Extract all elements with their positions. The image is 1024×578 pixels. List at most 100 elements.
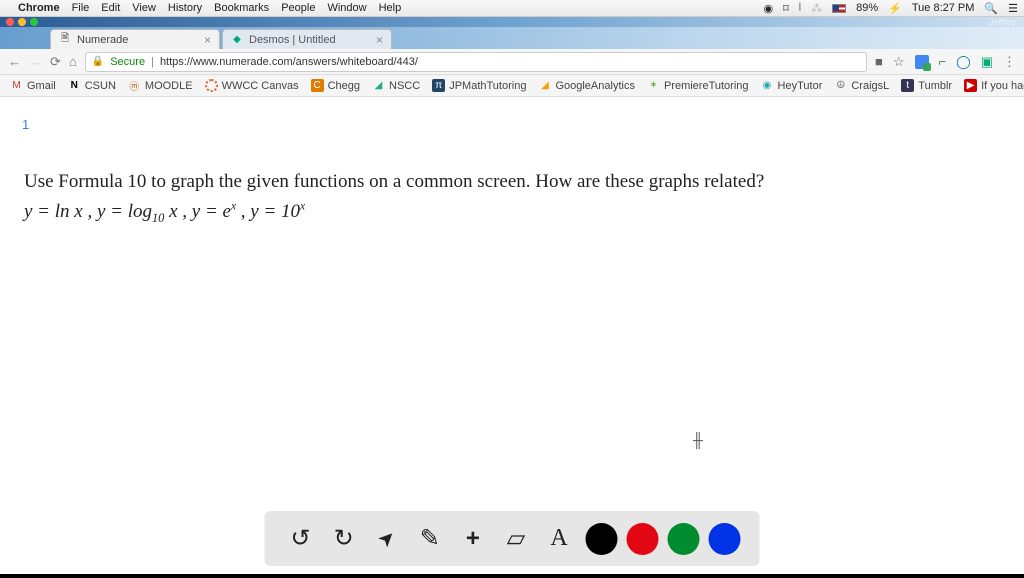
bookmark-youtube[interactable]: ▶If you had 24 hours… xyxy=(964,79,1024,92)
wifi-icon[interactable]: ⦚ xyxy=(799,2,801,15)
home-button[interactable]: ⌂ xyxy=(69,54,77,69)
plus-icon: + xyxy=(466,525,480,553)
eraser-icon: ▱ xyxy=(507,524,525,553)
adblock-icon[interactable]: ◯ xyxy=(956,54,971,70)
tab-numerade[interactable]: 🗎 Numerade × xyxy=(50,29,220,49)
extension-icon[interactable]: ▣ xyxy=(981,54,993,70)
translate-icon[interactable] xyxy=(915,55,929,69)
video-icon[interactable]: ■ xyxy=(875,54,883,69)
bookmark-label: PremiereTutoring xyxy=(664,80,749,92)
menu-list-icon[interactable]: ☰ xyxy=(1008,2,1018,15)
bookmark-label: MOODLE xyxy=(145,80,193,92)
bookmark-premiere[interactable]: ✶PremiereTutoring xyxy=(647,79,749,92)
eraser-tool[interactable]: ▱ xyxy=(499,522,533,556)
battery-percent: 89% xyxy=(856,2,878,14)
bookmark-label: NSCC xyxy=(389,80,420,92)
eq-part: x , y = e xyxy=(164,201,231,222)
mac-menubar: Chrome File Edit View History Bookmarks … xyxy=(0,0,1024,17)
add-tool[interactable]: + xyxy=(456,522,490,556)
reload-button[interactable]: ⟳ xyxy=(50,54,61,70)
bookmark-moodle[interactable]: ⓜMOODLE xyxy=(128,79,193,92)
window-header: Jeffrey xyxy=(0,17,1024,27)
bookmark-label: CraigsL xyxy=(851,80,889,92)
bluetooth-icon[interactable]: ⁂ xyxy=(811,2,822,15)
url-input[interactable]: 🔒 Secure | https://www.numerade.com/answ… xyxy=(85,52,867,72)
menu-file[interactable]: File xyxy=(72,2,90,14)
spotlight-icon[interactable]: 🔍 xyxy=(984,2,998,15)
bookmark-label: Chegg xyxy=(328,80,360,92)
whiteboard-page-number[interactable]: 1 xyxy=(22,117,29,132)
bookmark-heytutor[interactable]: ◉HeyTutor xyxy=(761,79,823,92)
tab-title: Desmos | Untitled xyxy=(249,34,336,46)
close-icon[interactable]: × xyxy=(376,33,383,47)
menu-edit[interactable]: Edit xyxy=(101,2,120,14)
battery-icon: ⚡ xyxy=(888,2,902,15)
bookmark-label: CSUN xyxy=(85,80,116,92)
page-icon: 🗎 xyxy=(59,34,71,46)
bookmark-label: Tumblr xyxy=(918,80,952,92)
tab-title: Numerade xyxy=(77,34,128,46)
text-icon: A xyxy=(550,525,567,552)
question-text: Use Formula 10 to graph the given functi… xyxy=(24,167,1000,229)
question-equations: y = ln x , y = log10 x , y = ex , y = 10… xyxy=(24,197,1000,229)
menu-people[interactable]: People xyxy=(281,2,315,14)
whiteboard-toolbar: ↺ ↻ ➤ ✎ + ▱ A xyxy=(265,511,760,566)
star-icon[interactable]: ☆ xyxy=(893,54,905,70)
bookmark-csun[interactable]: NCSUN xyxy=(68,79,116,92)
bookmark-chegg[interactable]: CChegg xyxy=(311,79,360,92)
window-zoom-button[interactable] xyxy=(30,18,38,26)
forward-button: → xyxy=(29,54,42,69)
redo-icon: ↻ xyxy=(334,524,354,553)
clock[interactable]: Tue 8:27 PM xyxy=(912,2,975,14)
secure-label: Secure xyxy=(110,56,145,68)
redo-button[interactable]: ↻ xyxy=(327,522,361,556)
bookmark-wwcc[interactable]: WWCC Canvas xyxy=(205,79,299,92)
color-blue[interactable] xyxy=(708,523,740,555)
menu-help[interactable]: Help xyxy=(379,2,402,14)
close-icon[interactable]: × xyxy=(204,33,211,47)
desmos-icon: ◆ xyxy=(231,34,243,46)
window-close-button[interactable] xyxy=(6,18,14,26)
page-content: 1 Use Formula 10 to graph the given func… xyxy=(0,97,1024,574)
eq-sub: 10 xyxy=(152,211,164,225)
pointer-icon: ➤ xyxy=(372,524,402,554)
pointer-tool[interactable]: ➤ xyxy=(370,522,404,556)
cast-icon[interactable]: ⌐ xyxy=(939,54,947,69)
undo-button[interactable]: ↺ xyxy=(284,522,318,556)
more-icon[interactable]: ⋮ xyxy=(1003,54,1016,70)
bookmark-label: If you had 24 hours… xyxy=(981,80,1024,92)
tab-strip: 🗎 Numerade × ◆ Desmos | Untitled × xyxy=(0,27,1024,49)
url-text: https://www.numerade.com/answers/whitebo… xyxy=(160,56,418,68)
bookmark-tumblr[interactable]: tTumblr xyxy=(901,79,952,92)
window-minimize-button[interactable] xyxy=(18,18,26,26)
bookmark-jpmath[interactable]: πJPMathTutoring xyxy=(432,79,526,92)
app-name[interactable]: Chrome xyxy=(18,2,60,14)
bookmark-nscc[interactable]: ◢NSCC xyxy=(372,79,420,92)
status-icon: ◉ xyxy=(764,2,774,15)
bookmark-label: HeyTutor xyxy=(778,80,823,92)
cursor-icon: ╫ xyxy=(693,432,703,448)
bookmarks-bar: MGmail NCSUN ⓜMOODLE WWCC Canvas CChegg … xyxy=(0,75,1024,97)
menu-view[interactable]: View xyxy=(132,2,156,14)
address-bar: ← → ⟳ ⌂ 🔒 Secure | https://www.numerade.… xyxy=(0,49,1024,75)
bookmark-ga[interactable]: ◢GoogleAnalytics xyxy=(538,79,635,92)
airplay-icon[interactable]: ⌑ xyxy=(783,2,789,15)
tab-desmos[interactable]: ◆ Desmos | Untitled × xyxy=(222,29,392,49)
bookmark-label: GoogleAnalytics xyxy=(555,80,635,92)
bookmark-label: WWCC Canvas xyxy=(222,80,299,92)
back-button[interactable]: ← xyxy=(8,54,21,69)
bookmark-gmail[interactable]: MGmail xyxy=(10,79,56,92)
color-green[interactable] xyxy=(667,523,699,555)
footer-strip xyxy=(0,574,1024,578)
undo-icon: ↺ xyxy=(291,524,311,553)
menu-bookmarks[interactable]: Bookmarks xyxy=(214,2,269,14)
pencil-tool[interactable]: ✎ xyxy=(413,522,447,556)
menu-history[interactable]: History xyxy=(168,2,202,14)
bookmark-craigslist[interactable]: ☮CraigsL xyxy=(834,79,889,92)
input-source-icon[interactable] xyxy=(832,4,846,13)
lock-icon: 🔒 xyxy=(92,56,104,67)
color-red[interactable] xyxy=(626,523,658,555)
menu-window[interactable]: Window xyxy=(327,2,366,14)
color-black[interactable] xyxy=(585,523,617,555)
text-tool[interactable]: A xyxy=(542,522,576,556)
